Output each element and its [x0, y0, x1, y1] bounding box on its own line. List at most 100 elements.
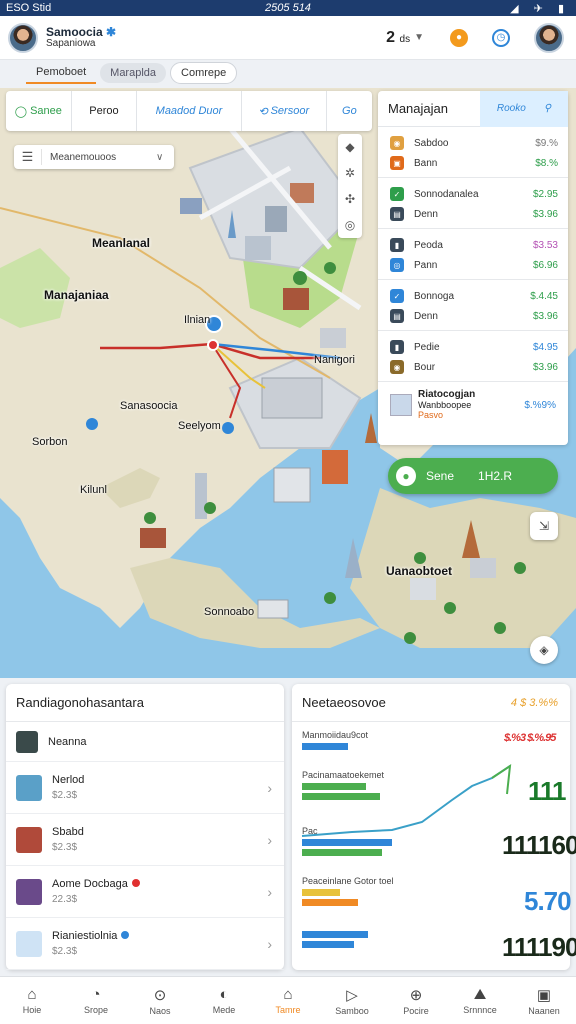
right-panel-header: Manajajan Rooko ⚲ — [378, 90, 568, 127]
rp-row-icon: ▮ — [390, 340, 404, 354]
app-title: Samoocia — [46, 24, 103, 39]
nav-item-1[interactable]: ◔ Srope — [64, 977, 128, 1024]
list-item-info: Rianiestiolnia $2.3$ — [52, 930, 267, 957]
rp-row[interactable]: ✓ Bonnoga $.4.45 — [390, 286, 558, 306]
list-card-title: Randiagonohasantara — [6, 684, 284, 722]
rp-row[interactable]: ✓ Sonnodanalea $2.95 — [390, 184, 558, 204]
send-value: 1H2.R — [478, 469, 513, 483]
chevron-right-icon[interactable]: › — [267, 780, 272, 796]
tree — [324, 592, 336, 604]
nav-item-0[interactable]: ⌂ Hoie — [0, 977, 64, 1024]
tree — [293, 271, 307, 285]
pin-blue-small — [86, 418, 98, 430]
segment-tab-2[interactable]: Comrepe — [170, 62, 238, 84]
filter-2[interactable]: Maadod Duor — [137, 91, 242, 131]
count-selector[interactable]: 2 ds — [386, 29, 410, 47]
media-icon: ◐ — [219, 986, 229, 1003]
globe-icon[interactable]: ◎ — [345, 218, 355, 232]
list-item[interactable]: Aome Docbaga 22.3$ › — [6, 866, 284, 918]
rp-row[interactable]: ▤ Denn $3.96 — [390, 306, 558, 326]
segment-tabs: Pemoboet Maraplda Comrepe — [26, 60, 238, 86]
compass-icon[interactable]: ✣ — [345, 192, 355, 206]
list-item[interactable]: Rianiestiolnia $2.3$ › — [6, 918, 284, 970]
location-icon: ⊙ — [153, 986, 167, 1004]
stat-value-0: $.%3 $.%.95 — [504, 732, 556, 744]
filter-4-label: Go — [342, 105, 357, 117]
list-item-name-text: Rianiestiolnia — [52, 930, 118, 942]
building — [410, 578, 436, 600]
send-label: Sene — [426, 469, 455, 483]
layers-icon[interactable]: ◆ — [345, 140, 354, 154]
map-layer-dropdown[interactable]: ☰ Meanemouoos ∨ — [14, 145, 174, 169]
nav-label: Pocire — [403, 1005, 429, 1016]
rp-row-value: $3.96 — [532, 208, 558, 220]
nav-item-7[interactable]: ⛰ Srnnnce — [448, 977, 512, 1024]
search-icon[interactable]: ⚲ — [544, 103, 551, 114]
segment-tab-1[interactable]: Maraplda — [100, 63, 167, 83]
clock-icon[interactable]: ◷ — [492, 28, 510, 47]
chevron-down-icon[interactable]: ▼ — [414, 32, 424, 43]
list-item-info: Nerlod $2.3$ — [52, 774, 267, 801]
gear-icon[interactable]: ✲ — [345, 166, 355, 180]
send-button[interactable]: ● Sene 1H2.R — [388, 458, 558, 494]
filter-3[interactable]: ⟲ Sersoor — [242, 91, 327, 131]
chevron-right-icon[interactable]: › — [267, 884, 272, 900]
nav-item-4[interactable]: ⌂ Tamre — [256, 977, 320, 1024]
right-panel-tab-label: Rooko — [496, 103, 526, 114]
right-panel-tab[interactable]: Rooko ⚲ — [480, 90, 568, 127]
nav-item-3[interactable]: ◐ Mede — [192, 977, 256, 1024]
building — [283, 288, 309, 310]
right-panel-footer[interactable]: Riatocogjan Wanbboopee Pasvo $.%9% — [378, 382, 568, 428]
stat-bar — [302, 743, 348, 750]
list-header-item[interactable]: Neanna — [6, 722, 284, 762]
list-header-name: Neanna — [48, 735, 87, 748]
filter-1[interactable]: Peroo — [72, 91, 138, 131]
chevron-right-icon[interactable]: › — [267, 936, 272, 952]
map-label-3: Nanigori — [314, 354, 355, 366]
rp-row[interactable]: ◉ Sabdoo $9.% — [390, 133, 558, 153]
user-avatar[interactable] — [8, 22, 38, 53]
chevron-down-icon: ∨ — [156, 151, 164, 163]
chevron-right-icon[interactable]: › — [267, 832, 272, 848]
label-tool-icon[interactable]: ◈ — [530, 636, 558, 664]
segment-tab-0[interactable]: Pemoboet — [26, 62, 97, 84]
rp-row[interactable]: ▤ Denn $3.96 — [390, 204, 558, 224]
menu-icon[interactable]: ☰ — [14, 149, 42, 165]
filter-0[interactable]: ◯ Sanee — [6, 91, 72, 131]
filter-4[interactable]: Go — [327, 91, 372, 131]
tree — [444, 602, 456, 614]
rp-row[interactable]: ◎ Pann $6.96 — [390, 255, 558, 275]
rp-group: ✓ Sonnodanalea $2.95 ▤ Denn $3.96 — [378, 178, 568, 229]
tag-icon[interactable]: ⇲ — [530, 512, 558, 540]
list-header-thumb — [16, 730, 38, 753]
nav-item-8[interactable]: ▣ Naanen — [512, 977, 576, 1024]
building — [180, 198, 202, 214]
notification-icon[interactable]: ● — [450, 28, 468, 47]
app-subtitle: Sapaniowa — [46, 37, 96, 49]
pagoda — [365, 413, 377, 443]
rp-row-icon: ▤ — [390, 207, 404, 221]
nav-item-2[interactable]: ⊙ Naos — [128, 977, 192, 1024]
map-tool-stack: ◆ ✲ ✣ ◎ — [338, 134, 362, 238]
profile-avatar[interactable] — [534, 22, 564, 53]
rp-row-value: $3.96 — [532, 310, 558, 322]
rp-row-label: Denn — [414, 208, 438, 220]
nav-item-6[interactable]: ⊕ Pocire — [384, 977, 448, 1024]
rp-row[interactable]: ◉ Bour $3.96 — [390, 357, 558, 377]
list-item[interactable]: Sbabd $2.3$ › — [6, 814, 284, 866]
nav-item-5[interactable]: ▷ Samboo — [320, 977, 384, 1024]
building — [320, 328, 346, 348]
stat-value-2: 111160 — [502, 830, 576, 860]
rp-row-icon: ▣ — [390, 156, 404, 170]
rp-row[interactable]: ▮ Peoda $3.53 — [390, 235, 558, 255]
rp-row[interactable]: ▮ Pedie $4.95 — [390, 337, 558, 357]
tree — [204, 502, 216, 514]
list-item-price: $2.3$ — [52, 842, 78, 853]
stat-block-1: Pacinamaatoekemet — [302, 770, 558, 800]
list-header-info: Neanna — [48, 736, 272, 748]
rp-row[interactable]: ▣ Bann $8.% — [390, 153, 558, 173]
list-item[interactable]: Nerlod $2.3$ › — [6, 762, 284, 814]
tower — [195, 473, 207, 519]
stat-value-4: 111190 — [502, 932, 576, 962]
map-label-8: Uanaobtoet — [386, 564, 452, 578]
